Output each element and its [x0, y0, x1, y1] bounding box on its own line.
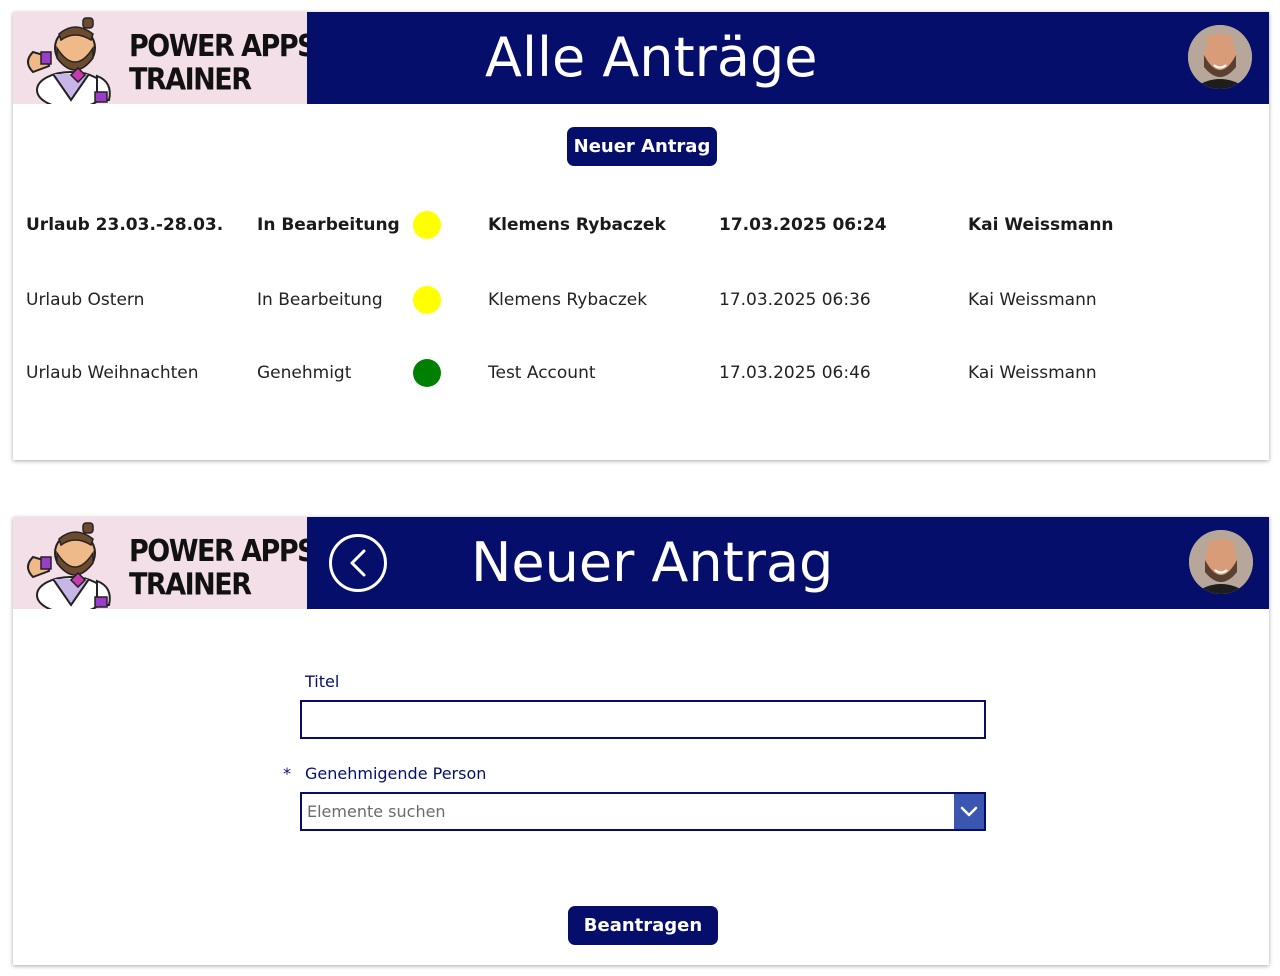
- row-creator: Klemens Rybaczek: [488, 290, 648, 310]
- title-input[interactable]: [300, 700, 986, 739]
- logo: POWER APPS TRAINER: [13, 517, 307, 609]
- row-title: Urlaub Ostern: [26, 290, 145, 310]
- row-approver: Kai Weissmann: [968, 363, 1097, 383]
- approver-label: Genehmigende Person: [305, 764, 487, 783]
- row-creator: Test Account: [488, 363, 596, 383]
- list-screen: POWER APPS TRAINER Alle Anträge Neuer An…: [13, 12, 1269, 460]
- row-title: Urlaub Weihnachten: [26, 363, 199, 383]
- approver-combobox[interactable]: [300, 792, 986, 831]
- row-date: 17.03.2025 06:36: [719, 290, 871, 310]
- avatar-image-icon: [1188, 25, 1252, 89]
- row-approver: Kai Weissmann: [968, 290, 1097, 310]
- header-bar: POWER APPS TRAINER Neuer Antrag: [13, 517, 1269, 609]
- page-title: Neuer Antrag: [471, 531, 834, 594]
- status-indicator: [413, 359, 441, 387]
- status-indicator: [413, 286, 441, 314]
- table-row[interactable]: Urlaub 23.03.-28.03. In Bearbeitung Klem…: [13, 205, 1269, 245]
- chevron-left-icon: [350, 549, 366, 577]
- new-request-button[interactable]: Neuer Antrag: [567, 127, 717, 166]
- page-title: Alle Anträge: [485, 26, 818, 89]
- row-creator: Klemens Rybaczek: [488, 215, 666, 235]
- row-approver: Kai Weissmann: [968, 215, 1114, 235]
- submit-button[interactable]: Beantragen: [568, 906, 718, 945]
- logo-wordmark: POWER APPS TRAINER: [129, 533, 307, 603]
- status-indicator: [413, 211, 441, 239]
- new-request-screen: POWER APPS TRAINER Neuer Antrag Titel * …: [13, 517, 1269, 965]
- user-avatar[interactable]: [1189, 530, 1253, 594]
- table-row[interactable]: Urlaub Ostern In Bearbeitung Klemens Ryb…: [13, 280, 1269, 320]
- title-label: Titel: [305, 672, 340, 691]
- avatar-image-icon: [1189, 530, 1253, 594]
- row-status: In Bearbeitung: [257, 215, 400, 235]
- row-status: In Bearbeitung: [257, 290, 383, 310]
- logo-wordmark: POWER APPS TRAINER: [129, 28, 307, 98]
- row-title: Urlaub 23.03.-28.03.: [26, 215, 224, 235]
- table-row[interactable]: Urlaub Weihnachten Genehmigt Test Accoun…: [13, 353, 1269, 393]
- dropdown-toggle[interactable]: [954, 794, 984, 829]
- logo-line-1: POWER APPS: [129, 533, 307, 569]
- header-bar: POWER APPS TRAINER Alle Anträge: [13, 12, 1269, 104]
- row-date: 17.03.2025 06:24: [719, 215, 887, 235]
- logo-line-2: TRAINER: [129, 62, 252, 98]
- back-button[interactable]: [329, 534, 387, 592]
- row-date: 17.03.2025 06:46: [719, 363, 871, 383]
- required-marker: *: [283, 764, 291, 783]
- trainer-mascot-icon: [27, 17, 111, 104]
- row-status: Genehmigt: [257, 363, 352, 383]
- user-avatar[interactable]: [1188, 25, 1252, 89]
- logo-line-1: POWER APPS: [129, 28, 307, 64]
- logo-line-2: TRAINER: [129, 567, 252, 603]
- chevron-down-icon: [960, 806, 978, 816]
- trainer-mascot-icon: [27, 522, 111, 609]
- approver-search-input[interactable]: [302, 794, 952, 829]
- logo: POWER APPS TRAINER: [13, 12, 307, 104]
